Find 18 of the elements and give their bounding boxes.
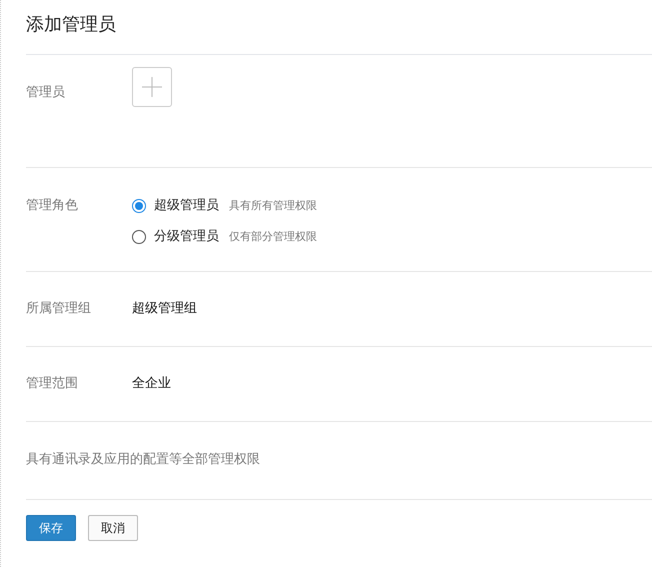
plus-icon [142,77,162,97]
cancel-button[interactable]: 取消 [88,515,138,541]
save-button[interactable]: 保存 [26,515,76,541]
page-title: 添加管理员 [26,0,652,55]
field-label: 管理范围 [26,375,79,393]
add-admin-button[interactable] [132,67,172,107]
description-text: 具有通讯录及应用的配置等全部管理权限 [26,451,260,469]
field-label: 管理角色 [26,197,79,215]
option-label: 超级管理员 [154,197,219,215]
radio-button[interactable] [132,230,146,244]
field-label: 所属管理组 [26,300,92,318]
option-hint: 仅有部分管理权限 [229,229,317,245]
field-value: 超级管理组 [132,300,197,318]
field-value: 全企业 [132,375,171,393]
radio-button[interactable] [132,199,146,213]
option-label: 分级管理员 [154,228,219,246]
field-label: 管理员 [26,84,66,102]
option-hint: 具有所有管理权限 [229,198,317,214]
